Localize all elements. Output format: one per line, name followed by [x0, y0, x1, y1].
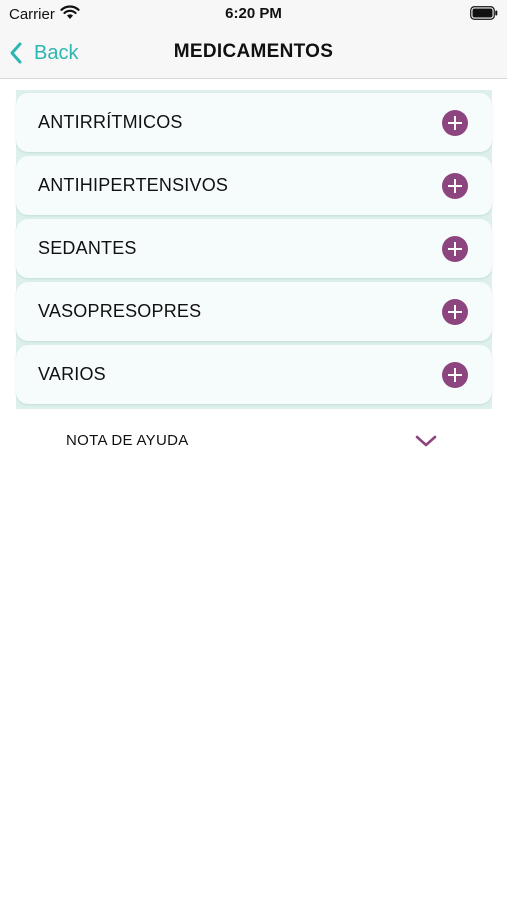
- help-note-toggle[interactable]: NOTA DE AYUDA: [16, 418, 492, 464]
- plus-circle-icon[interactable]: [442, 110, 468, 136]
- status-time: 6:20 PM: [225, 5, 282, 22]
- plus-circle-icon[interactable]: [442, 299, 468, 325]
- plus-circle-icon[interactable]: [442, 173, 468, 199]
- category-item-antihipertensivos[interactable]: ANTIHIPERTENSIVOS: [16, 156, 492, 215]
- chevron-down-icon[interactable]: [414, 434, 438, 448]
- category-label: VARIOS: [38, 364, 106, 384]
- battery-icon: [470, 6, 498, 20]
- category-item-antirritmicos[interactable]: ANTIRRÍTMICOS: [16, 93, 492, 152]
- category-label: VASOPRESOPRES: [38, 301, 202, 321]
- category-item-sedantes[interactable]: SEDANTES: [16, 219, 492, 278]
- medication-category-list: ANTIRRÍTMICOS ANTIHIPERTENSIVOS SEDANTES…: [16, 90, 492, 409]
- help-note-label: NOTA DE AYUDA: [66, 432, 189, 449]
- status-bar: Carrier 6:20 PM: [0, 0, 507, 28]
- category-label: ANTIRRÍTMICOS: [38, 112, 183, 132]
- category-item-varios[interactable]: VARIOS: [16, 345, 492, 404]
- category-item-vasopresopres[interactable]: VASOPRESOPRES: [16, 282, 492, 341]
- page-title: MEDICAMENTOS: [173, 41, 334, 62]
- navigation-bar: Back MEDICAMENTOS: [0, 28, 507, 79]
- plus-circle-icon[interactable]: [442, 362, 468, 388]
- category-label: SEDANTES: [38, 238, 137, 258]
- plus-circle-icon[interactable]: [442, 236, 468, 262]
- category-label: ANTIHIPERTENSIVOS: [38, 175, 229, 195]
